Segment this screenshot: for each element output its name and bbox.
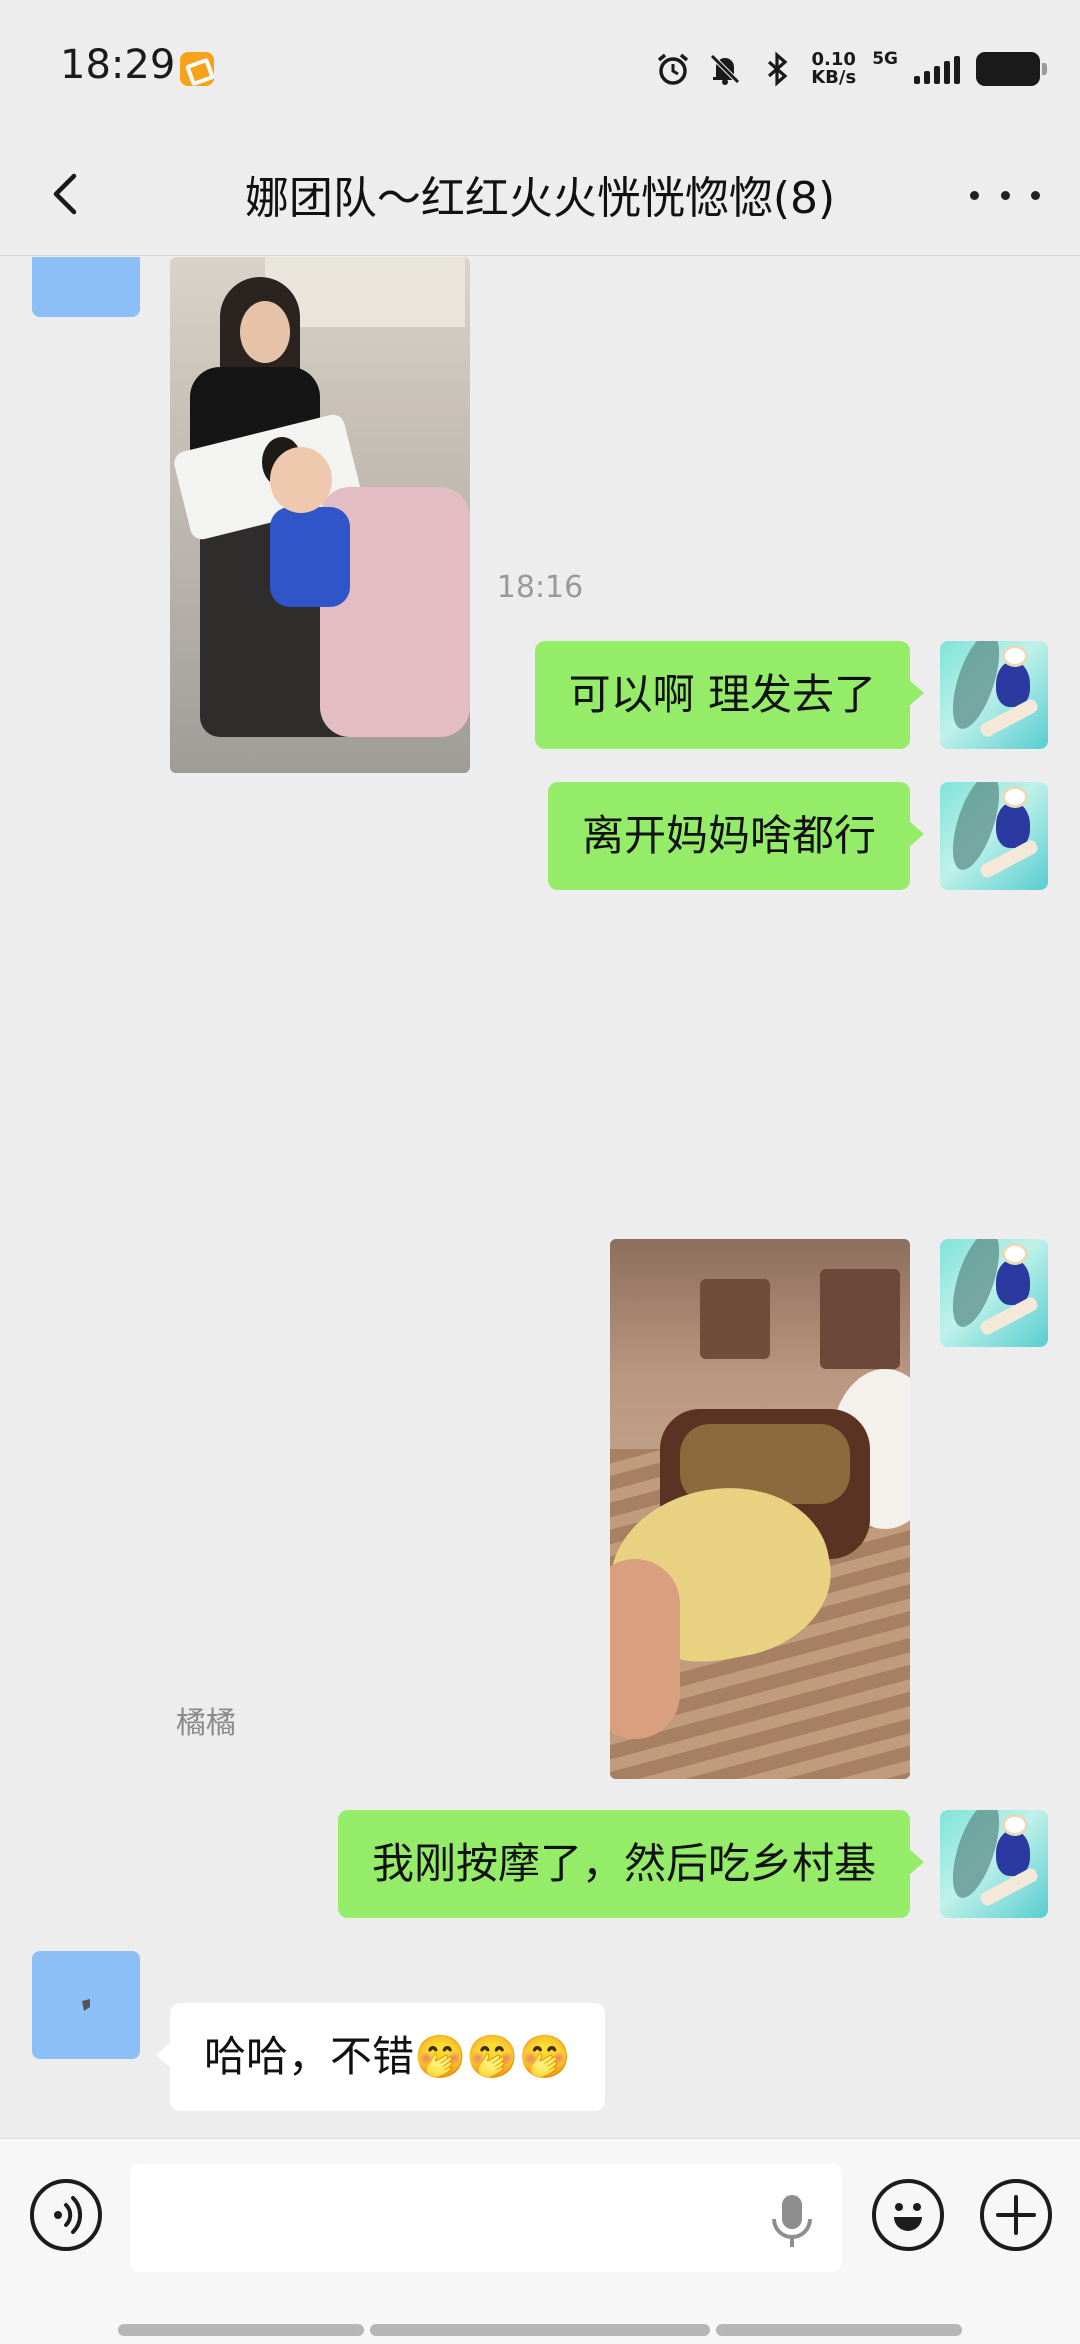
more-dot xyxy=(1031,190,1040,200)
avatar-glyph-icon xyxy=(82,1999,90,2011)
alarm-icon xyxy=(658,53,689,85)
more-dot xyxy=(1000,190,1010,200)
status-icons: 0.10 KB/s 5G xyxy=(655,44,1047,94)
network-type: 5G xyxy=(872,49,898,69)
message-bubble-other[interactable]: 哈哈，不错🤭🤭🤭 xyxy=(156,2003,605,2111)
battery-icon xyxy=(976,52,1047,86)
more-dot xyxy=(970,190,979,200)
my-avatar[interactable] xyxy=(940,641,1048,749)
emoji-icon xyxy=(894,2203,922,2231)
message-list[interactable]: 18:16 可以啊 理发去了 离开妈妈啥都行 我刚按摩了，然后吃乡村基 哈哈，不… xyxy=(0,257,1080,2137)
microphone-icon[interactable] xyxy=(764,2191,820,2251)
message-bubble-me[interactable]: 可以啊 理发去了 xyxy=(534,641,925,749)
message-timestamp: 18:16 xyxy=(496,570,584,605)
sender-avatar[interactable] xyxy=(32,1951,140,2059)
message-bubble-me[interactable]: 我刚按摩了，然后吃乡村基 xyxy=(337,1810,925,1918)
my-avatar[interactable] xyxy=(940,1810,1048,1918)
emoji-button[interactable] xyxy=(872,2179,944,2251)
plus-button[interactable] xyxy=(980,2179,1052,2251)
image-message-food[interactable] xyxy=(610,1239,910,1779)
more-button[interactable] xyxy=(970,170,1040,220)
voice-icon xyxy=(54,2196,83,2234)
status-bar: 18:29 0.10 KB/s 5G xyxy=(0,0,1080,130)
input-bar xyxy=(0,2138,1080,2344)
image-message-salon[interactable] xyxy=(170,257,470,773)
bell-off-icon xyxy=(710,54,741,85)
my-avatar[interactable] xyxy=(940,782,1048,890)
voice-button[interactable] xyxy=(30,2179,102,2251)
plus-icon xyxy=(996,2195,1036,2235)
status-time: 18:29 xyxy=(60,42,176,88)
signal-icon xyxy=(914,54,960,84)
network-speed-unit: KB/s xyxy=(811,67,857,88)
app-notification-icon xyxy=(180,52,214,86)
chat-title: 娜团队～红红火火恍恍惚惚(8) xyxy=(244,173,836,224)
sender-avatar[interactable] xyxy=(32,257,140,317)
network-speed: 0.10 KB/s xyxy=(811,51,856,87)
gesture-bar xyxy=(0,2324,1080,2344)
message-bubble-me[interactable]: 离开妈妈啥都行 xyxy=(547,782,925,890)
message-input[interactable] xyxy=(130,2164,842,2272)
bluetooth-icon xyxy=(768,51,788,87)
chat-header: 娜团队～红红火火恍恍惚惚(8) xyxy=(0,130,1080,256)
my-avatar[interactable] xyxy=(940,1239,1048,1347)
sender-name: 橘橘 xyxy=(176,1706,236,1741)
